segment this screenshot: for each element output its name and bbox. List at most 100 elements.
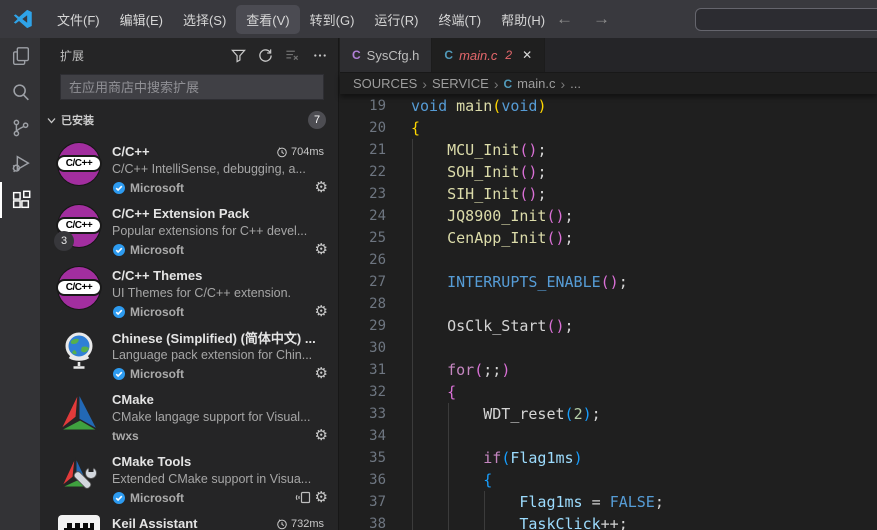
code-editor[interactable]: 19void main(void)20{21 MCU_Init();22 SOH… [340, 95, 877, 530]
clear-search-results-icon[interactable] [285, 48, 300, 63]
tab-label: main.c [459, 48, 497, 63]
line-number: 34 [340, 425, 386, 447]
breadcrumb-separator-icon: › [560, 76, 565, 92]
run-debug-icon[interactable] [0, 146, 40, 182]
filter-icon[interactable] [231, 48, 246, 63]
extension-name: CMake Tools [112, 454, 328, 469]
line-number: 24 [340, 205, 386, 227]
menu-item[interactable]: 文件(F) [47, 5, 110, 34]
nav-back-icon[interactable]: ← [556, 9, 573, 29]
extension-publisher: Microsoft [130, 243, 184, 257]
nav-forward-icon[interactable]: → [593, 9, 610, 29]
c-file-icon: C [352, 48, 361, 62]
line-number: 29 [340, 315, 386, 337]
gear-icon[interactable]: ⚙ [315, 242, 328, 257]
runtime-status-icon[interactable] [294, 491, 311, 504]
command-center-search[interactable] [695, 8, 877, 31]
installed-section-label: 已安装 [61, 112, 304, 128]
extension-publisher: Microsoft [130, 491, 184, 505]
installed-section-header[interactable]: 已安装 7 [40, 108, 338, 132]
extensions-icon[interactable] [0, 182, 40, 218]
refresh-icon[interactable] [258, 48, 273, 63]
code-line[interactable]: 27 INTERRUPTS_ENABLE(); [340, 271, 877, 293]
menu-item[interactable]: 运行(R) [364, 5, 428, 34]
line-number: 20 [340, 117, 386, 139]
code-line[interactable]: 29 OsClk_Start(); [340, 315, 877, 337]
code-line[interactable]: 20{ [340, 117, 877, 139]
extension-name: C/C++ Themes [112, 268, 328, 283]
breadcrumb-separator-icon: › [494, 76, 499, 92]
tab-main-c[interactable]: C main.c 2 ✕ [432, 38, 545, 72]
code-line[interactable]: 19void main(void) [340, 95, 877, 117]
extension-list-item[interactable]: CMake ToolsExtended CMake support in Vis… [40, 444, 338, 506]
extension-list-item[interactable]: C/C++3C/C++ Extension PackPopular extens… [40, 196, 338, 258]
code-line[interactable]: 30 [340, 337, 877, 359]
line-number: 35 [340, 447, 386, 469]
line-number: 37 [340, 491, 386, 513]
breadcrumb-item[interactable]: SERVICE [432, 76, 489, 91]
menu-item[interactable]: 查看(V) [236, 5, 299, 34]
code-line[interactable]: 24 JQ8900_Init(); [340, 205, 877, 227]
tab-syscfg-h[interactable]: C SysCfg.h [340, 38, 432, 72]
explorer-icon[interactable] [0, 38, 40, 74]
breadcrumb-item[interactable]: main.c [517, 76, 555, 91]
code-line[interactable]: 23 SIH_Init(); [340, 183, 877, 205]
code-line[interactable]: 35 if(Flag1ms) [340, 447, 877, 469]
extension-description: Popular extensions for C++ devel... [112, 222, 328, 240]
menu-item[interactable]: 终端(T) [428, 5, 491, 34]
code-line[interactable]: 22 SOH_Init(); [340, 161, 877, 183]
code-line[interactable]: 28 [340, 293, 877, 315]
c-file-icon: C [444, 48, 453, 62]
menu-item[interactable]: 帮助(H) [491, 5, 555, 34]
line-number: 36 [340, 469, 386, 491]
keil-assistant-icon [58, 515, 100, 530]
code-line[interactable]: 34 [340, 425, 877, 447]
menu-bar: 文件(F)编辑(E)选择(S)查看(V)转到(G)运行(R)终端(T)帮助(H) [47, 5, 555, 34]
code-line[interactable]: 33 WDT_reset(2); [340, 403, 877, 425]
extension-publisher: twxs [112, 429, 139, 443]
title-bar: 文件(F)编辑(E)选择(S)查看(V)转到(G)运行(R)终端(T)帮助(H)… [0, 0, 877, 38]
gear-icon[interactable]: ⚙ [315, 304, 328, 319]
code-line[interactable]: 25 CenApp_Init(); [340, 227, 877, 249]
more-actions-icon[interactable] [312, 48, 328, 63]
search-icon[interactable] [0, 74, 40, 110]
cmake-tools-icon [58, 453, 100, 495]
gear-icon[interactable]: ⚙ [315, 428, 328, 443]
extension-description: Extended CMake support in Visua... [112, 470, 328, 488]
extension-list-item[interactable]: Chinese (Simplified) (简体中文) ...Language … [40, 320, 338, 382]
line-number: 32 [340, 381, 386, 403]
c-file-icon: C [503, 77, 512, 91]
sidebar-title: 扩展 [60, 47, 231, 64]
verified-publisher-icon [112, 491, 126, 505]
extension-description: C/C++ IntelliSense, debugging, a... [112, 160, 328, 178]
editor-group: C SysCfg.h C main.c 2 ✕ SOURCES › SERVICE ›… [340, 38, 877, 530]
source-control-icon[interactable] [0, 110, 40, 146]
extension-list-item[interactable]: C/C++C/C++ ThemesUI Themes for C/C++ ext… [40, 258, 338, 320]
verified-publisher-icon [112, 367, 126, 381]
menu-item[interactable]: 选择(S) [173, 5, 236, 34]
extension-list-item[interactable]: C/C++C/C++704msC/C++ IntelliSense, debug… [40, 134, 338, 196]
gear-icon[interactable]: ⚙ [315, 180, 328, 195]
extension-search-input[interactable] [60, 74, 324, 100]
code-line[interactable]: 36 { [340, 469, 877, 491]
extensions-sidebar: 扩展 已安装 7 C/C++C/C++704msC/C++ IntelliSen… [40, 38, 339, 530]
clock-icon [276, 518, 288, 530]
code-line[interactable]: 26 [340, 249, 877, 271]
code-line[interactable]: 37 Flag1ms = FALSE; [340, 491, 877, 513]
close-icon[interactable]: ✕ [522, 48, 532, 62]
menu-item[interactable]: 转到(G) [300, 5, 365, 34]
breadcrumb-item[interactable]: SOURCES [353, 76, 417, 91]
menu-item[interactable]: 编辑(E) [110, 5, 173, 34]
breadcrumb-item[interactable]: ... [570, 76, 581, 91]
code-line[interactable]: 31 for(;;) [340, 359, 877, 381]
code-line[interactable]: 21 MCU_Init(); [340, 139, 877, 161]
line-number: 26 [340, 249, 386, 271]
extension-list-item[interactable]: Keil Assistant732ms [40, 506, 338, 530]
extension-list-item[interactable]: CMakeCMake langage support for Visual...… [40, 382, 338, 444]
clock-icon [276, 146, 288, 158]
extension-list: C/C++C/C++704msC/C++ IntelliSense, debug… [40, 134, 338, 530]
code-line[interactable]: 32 { [340, 381, 877, 403]
gear-icon[interactable]: ⚙ [315, 366, 328, 381]
gear-icon[interactable]: ⚙ [315, 490, 328, 505]
code-line[interactable]: 38 TaskClick++; [340, 513, 877, 530]
